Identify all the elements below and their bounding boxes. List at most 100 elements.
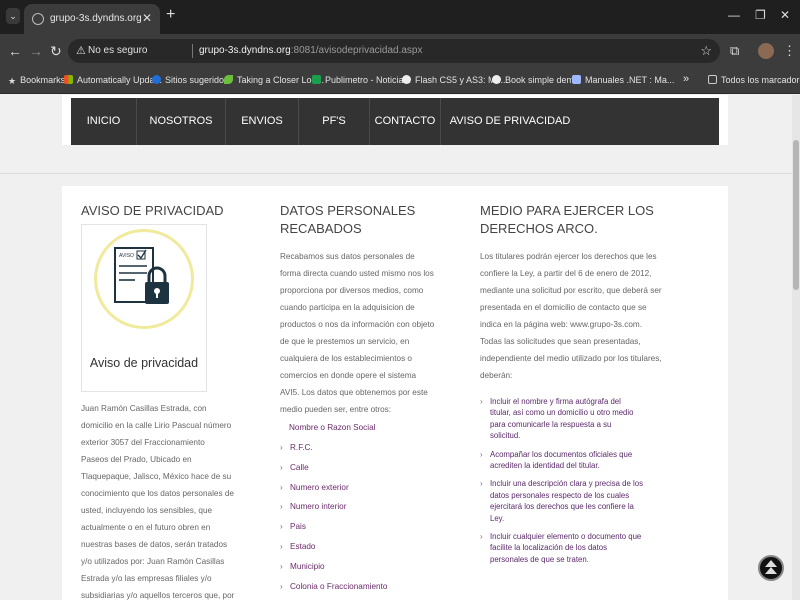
bookmarks-overflow-button[interactable]: » [683, 73, 689, 85]
section-divider [0, 173, 792, 174]
page-viewport: INICIO NOSOTROS ENVIOS PF'S CONTACTO AVI… [0, 95, 792, 600]
bookmark-item[interactable]: Automatically Upda... [64, 75, 162, 85]
close-tab-icon[interactable]: ✕ [142, 11, 152, 25]
tab-title: grupo-3s.dyndns.org:8081/aviso [50, 13, 142, 24]
list-item: R.F.C. [280, 438, 460, 458]
bookmark-item[interactable]: Manuales .NET : Ma... [572, 75, 674, 85]
paragraph-line: Estrada y/o las empresas filiales y/o [81, 574, 212, 583]
forward-button[interactable]: → [29, 43, 43, 59]
ie-icon [152, 75, 161, 84]
paragraph-line: productos o nos da información con objet… [280, 320, 435, 329]
omnibox-divider [192, 44, 193, 58]
logo-doc-text: AVISO [119, 253, 134, 259]
logo-ring: AVISO [94, 229, 194, 329]
avatar[interactable] [758, 43, 774, 59]
close-window-button[interactable]: ✕ [780, 8, 790, 22]
paragraph-line: comercios en donde opere el sistema [280, 371, 417, 380]
bookmark-item[interactable]: Book simple demo [492, 75, 579, 85]
menu-icon[interactable]: ⋮ [783, 43, 796, 59]
bookmarks-bar: ★ Bookmarks Automatically Upda... Sitios … [0, 68, 800, 94]
paragraph-line: cuando participa en la adquisicion de [280, 303, 415, 312]
bookmark-star-icon[interactable]: ☆ [700, 43, 712, 59]
list-item: Pais [280, 517, 460, 537]
all-bookmarks-button[interactable]: Todos los marcadores [708, 75, 800, 85]
paragraph-line: Todas las solicitudes que sean presentad… [480, 337, 641, 346]
section-title: DATOS PERSONALES [280, 203, 416, 218]
tab-search-button[interactable]: ⌄ [6, 8, 20, 24]
bookmark-item[interactable]: Taking a Closer Loo... [224, 75, 324, 85]
back-button[interactable]: ← [8, 43, 22, 59]
folder-icon [708, 75, 717, 84]
requirements-list: Incluir el nombre y firma autógrafa del … [480, 396, 680, 565]
paragraph-line: Los titulares podrán ejercer los derecho… [480, 252, 657, 261]
scrollbar-thumb[interactable] [793, 140, 799, 290]
leaf-icon [224, 75, 233, 84]
list-item: Numero interior [280, 497, 460, 517]
list-item: Acompañar los documentos oficiales que a… [480, 449, 680, 472]
paragraph-line: conocimiento que los datos personales de [81, 489, 234, 498]
browser-toolbar: ← → ↻ ⚠ No es seguro grupo-3s.dyndns.org… [0, 34, 800, 68]
list-item: Municipio [280, 557, 460, 577]
paragraph-line: subsidiarias y/o aquellos terceros que, … [81, 591, 235, 600]
bubble-icon [402, 75, 411, 84]
list-item: Incluir el nombre y firma autógrafa del … [480, 396, 680, 442]
paragraph-line: nuestras bases de datos, serán tratados [81, 540, 228, 549]
list-item: Incluir cualquier elemento o documento q… [480, 531, 680, 565]
personal-data-column: DATOS PERSONALES RECABADOS Recabamos sus… [280, 202, 460, 596]
nav-item-aviso-de-privacidad[interactable]: AVISO DE PRIVACIDAD [441, 98, 579, 145]
scroll-to-top-icon[interactable] [758, 555, 784, 581]
reload-button[interactable]: ↻ [50, 43, 62, 60]
restore-button[interactable]: ❐ [755, 8, 766, 22]
paragraph-line: Tlaquepaque, Jalisco, México hace de su [81, 472, 232, 481]
nav-item-nosotros[interactable]: NOSOTROS [137, 98, 226, 145]
privacy-notice-logo: AVISO Aviso de privacidad [81, 224, 207, 392]
windows-icon [64, 75, 73, 84]
list-item: Numero exterior [280, 478, 460, 498]
main-navbar: INICIO NOSOTROS ENVIOS PF'S CONTACTO AVI… [71, 98, 719, 145]
data-fields-list: R.F.C. Calle Numero exterior Numero inte… [280, 438, 460, 596]
privacy-notice-column: AVISO DE PRIVACIDAD [81, 202, 241, 220]
url-host: grupo-3s.dyndns.org [199, 45, 291, 56]
section-title: AVISO DE PRIVACIDAD [81, 203, 224, 218]
nav-item-inicio[interactable]: INICIO [71, 98, 137, 145]
bookmark-item[interactable]: Publimetro - Noticia... [312, 75, 411, 85]
url-text[interactable]: grupo-3s.dyndns.org:8081/avisodeprivacid… [199, 45, 423, 56]
nav-item-envios[interactable]: ENVIOS [226, 98, 299, 145]
list-item: Nombre o Razon Social [289, 423, 376, 432]
active-tab[interactable]: grupo-3s.dyndns.org:8081/aviso ✕ [24, 4, 160, 34]
paragraph-line: domicilio en la calle Lirio Pascual núme… [81, 421, 232, 430]
nav-item-contacto[interactable]: CONTACTO [370, 98, 441, 145]
content-area: AVISO DE PRIVACIDAD AVISO Aviso de priva… [62, 186, 728, 600]
address-bar[interactable]: ⚠ No es seguro grupo-3s.dyndns.org:8081/… [68, 39, 720, 63]
page-scrollbar[interactable] [792, 95, 800, 600]
globe-icon [492, 75, 501, 84]
section-title: DERECHOS ARCO. [480, 221, 598, 236]
paragraph-line: actualmente o en el futuro obren en [81, 523, 211, 532]
paragraph-line: indica en la página web: www.grupo-3s.co… [480, 320, 643, 329]
publimetro-icon [312, 75, 321, 84]
bookmark-item[interactable]: Sitios sugeridos [152, 75, 229, 85]
arco-rights-column: MEDIO PARA EJERCER LOS DERECHOS ARCO. Lo… [480, 202, 680, 572]
paragraph-line: cualquiera de los establecimientos o [280, 354, 412, 363]
extensions-icon[interactable]: ⧉ [730, 43, 739, 59]
paragraph-line: deberán: [480, 371, 513, 380]
paragraph-line: confiere la Ley, a partir del 6 de enero… [480, 269, 652, 278]
paragraph-line: mediante una solicitud por escrito, que … [480, 286, 662, 295]
new-tab-button[interactable]: + [166, 6, 175, 24]
not-secure-label[interactable]: No es seguro [88, 45, 147, 56]
nav-item-pfs[interactable]: PF'S [299, 98, 370, 145]
paragraph-line: presentada en el domicilio de contacto q… [480, 303, 647, 312]
paragraph-line: Paseos del Prado, Ubicado en [81, 455, 192, 464]
globe-icon [32, 13, 44, 25]
paragraph-line: usted, incluyendo los sensibles, que [81, 506, 213, 515]
list-item: Colonia o Fraccionamiento [280, 577, 460, 597]
minimize-button[interactable]: — [728, 8, 740, 22]
paragraph-line: y/o utilizados por: Juan Ramón Casillas [81, 557, 225, 566]
page-icon [572, 75, 581, 84]
warning-icon: ⚠ [76, 45, 86, 57]
paragraph-line: independiente del medio utilizado por lo… [480, 354, 662, 363]
logo-caption: Aviso de privacidad [89, 356, 199, 370]
bookmark-item[interactable]: ★ Bookmarks [8, 75, 65, 86]
